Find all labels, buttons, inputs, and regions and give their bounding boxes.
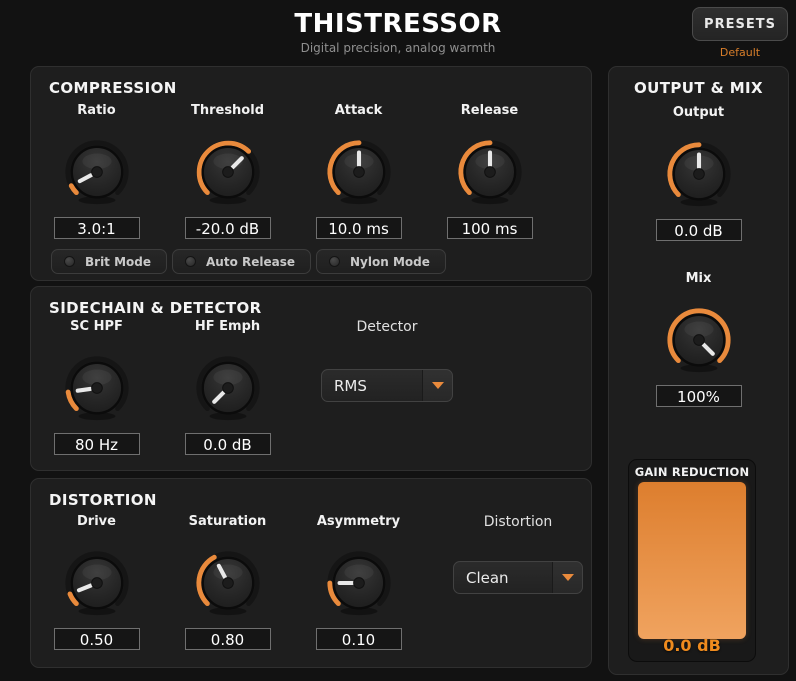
- value-box-sc-hpf[interactable]: 80 Hz: [53, 433, 140, 455]
- distortion-mode-label: Distortion: [483, 514, 553, 530]
- dropdown-arrow-box: [422, 370, 452, 401]
- knob-group-sc-hpf: SC HPF 80 Hz: [31, 319, 162, 455]
- value-box-output[interactable]: 0.0 dB: [655, 219, 742, 241]
- gain-reduction-meter-fill: [638, 482, 746, 639]
- knob-label-threshold: Threshold: [190, 103, 265, 118]
- knob-release[interactable]: [455, 137, 525, 207]
- knob-label-mix: Mix: [685, 271, 712, 286]
- value-box-release[interactable]: 100 ms: [446, 217, 533, 239]
- toggle-label-auto-release: Auto Release: [206, 254, 296, 269]
- knob-label-hf-emph: HF Emph: [194, 319, 261, 334]
- detector-label: Detector: [356, 319, 418, 335]
- gain-reduction-meter-label: GAIN REDUCTION: [634, 465, 750, 479]
- output-mix-panel-title: OUTPUT & MIX: [634, 79, 763, 97]
- led-indicator: [329, 256, 341, 267]
- knob-label-attack: Attack: [334, 103, 383, 118]
- compression-knob-row: Ratio 3.0:1 Threshold -20.0 dB Attack 10…: [31, 103, 555, 239]
- toggle-label-nylon-mode: Nylon Mode: [350, 254, 430, 269]
- toggle-auto-release[interactable]: Auto Release: [172, 249, 312, 274]
- current-preset-name: Default: [719, 46, 761, 59]
- knob-group-hf-emph: HF Emph 0.0 dB: [162, 319, 293, 455]
- knob-group-saturation: Saturation 0.80: [162, 514, 293, 650]
- toggle-label-brit-mode: Brit Mode: [85, 254, 152, 269]
- knob-label-saturation: Saturation: [188, 514, 267, 529]
- detector-dropdown-group: Detector RMS: [321, 319, 453, 402]
- knob-group-output: Output 0.0 dB: [633, 105, 764, 241]
- knob-hf-emph[interactable]: [193, 353, 263, 423]
- value-box-mix[interactable]: 100%: [655, 385, 742, 407]
- led-indicator: [64, 256, 75, 267]
- knob-drive[interactable]: [62, 548, 132, 618]
- knob-group-release: Release 100 ms: [424, 103, 555, 239]
- knob-threshold[interactable]: [193, 137, 263, 207]
- knob-output[interactable]: [664, 139, 734, 209]
- value-box-ratio[interactable]: 3.0:1: [53, 217, 140, 239]
- knob-mix[interactable]: [664, 305, 734, 375]
- knob-group-threshold: Threshold -20.0 dB: [162, 103, 293, 239]
- value-box-threshold[interactable]: -20.0 dB: [184, 217, 271, 239]
- knob-group-mix: Mix 100%: [633, 271, 764, 407]
- compression-section-title: COMPRESSION: [49, 79, 177, 97]
- knob-label-sc-hpf: SC HPF: [70, 319, 123, 334]
- knob-group-asymmetry: Asymmetry 0.10: [293, 514, 424, 650]
- knob-group-attack: Attack 10.0 ms: [293, 103, 424, 239]
- distortion-section: DISTORTION Drive 0.50 Saturation 0.80 As…: [30, 478, 592, 668]
- distortion-mode-selected-value: Clean: [466, 568, 509, 587]
- detector-selected-value: RMS: [334, 376, 367, 395]
- toggle-brit-mode[interactable]: Brit Mode: [51, 249, 168, 274]
- value-box-attack[interactable]: 10.0 ms: [315, 217, 402, 239]
- dropdown-arrow-box: [552, 562, 582, 593]
- distortion-knob-row: Drive 0.50 Saturation 0.80 Asymmetry 0.1…: [31, 514, 424, 650]
- sidechain-section-title: SIDECHAIN & DETECTOR: [49, 299, 262, 317]
- page-title: THISTRESSOR: [294, 9, 502, 39]
- knob-saturation[interactable]: [193, 548, 263, 618]
- knob-label-release: Release: [460, 103, 519, 118]
- distortion-mode-dropdown-group: Distortion Clean: [453, 514, 583, 594]
- knob-label-drive: Drive: [77, 514, 116, 529]
- value-box-hf-emph[interactable]: 0.0 dB: [184, 433, 271, 455]
- knob-group-drive: Drive 0.50: [31, 514, 162, 650]
- value-box-drive[interactable]: 0.50: [53, 628, 140, 650]
- knob-label-output: Output: [672, 105, 725, 120]
- knob-attack[interactable]: [324, 137, 394, 207]
- sidechain-section: SIDECHAIN & DETECTOR SC HPF 80 Hz HF Emp…: [30, 286, 592, 471]
- knob-sc-hpf[interactable]: [62, 353, 132, 423]
- sidechain-knob-row: SC HPF 80 Hz HF Emph 0.0 dB: [31, 319, 293, 455]
- gain-reduction-meter: GAIN REDUCTION 0.0 dB: [628, 459, 756, 662]
- knob-asymmetry[interactable]: [324, 548, 394, 618]
- led-indicator: [185, 256, 197, 267]
- compression-section: COMPRESSION Ratio 3.0:1 Threshold -20.0 …: [30, 66, 592, 281]
- chevron-down-icon: [561, 574, 574, 581]
- compression-toggle-row: Brit Mode Auto Release Nylon Mode: [51, 249, 446, 274]
- detector-dropdown[interactable]: RMS: [321, 369, 453, 402]
- knob-group-ratio: Ratio 3.0:1: [31, 103, 162, 239]
- gain-reduction-meter-value: 0.0 dB: [663, 636, 721, 655]
- value-box-asymmetry[interactable]: 0.10: [315, 628, 402, 650]
- knob-label-asymmetry: Asymmetry: [316, 514, 401, 529]
- chevron-down-icon: [431, 382, 444, 389]
- presets-button[interactable]: PRESETS: [692, 7, 788, 41]
- output-mix-knob-column: Output 0.0 dB Mix 100%: [609, 105, 788, 407]
- page-subtitle: Digital precision, analog warmth: [300, 41, 496, 55]
- knob-label-ratio: Ratio: [77, 103, 116, 118]
- output-mix-panel: OUTPUT & MIX Output 0.0 dB Mix 100% GAIN…: [608, 66, 789, 675]
- distortion-mode-dropdown[interactable]: Clean: [453, 561, 583, 594]
- distortion-section-title: DISTORTION: [49, 491, 157, 509]
- value-box-saturation[interactable]: 0.80: [184, 628, 271, 650]
- knob-ratio[interactable]: [62, 137, 132, 207]
- toggle-nylon-mode[interactable]: Nylon Mode: [316, 249, 446, 274]
